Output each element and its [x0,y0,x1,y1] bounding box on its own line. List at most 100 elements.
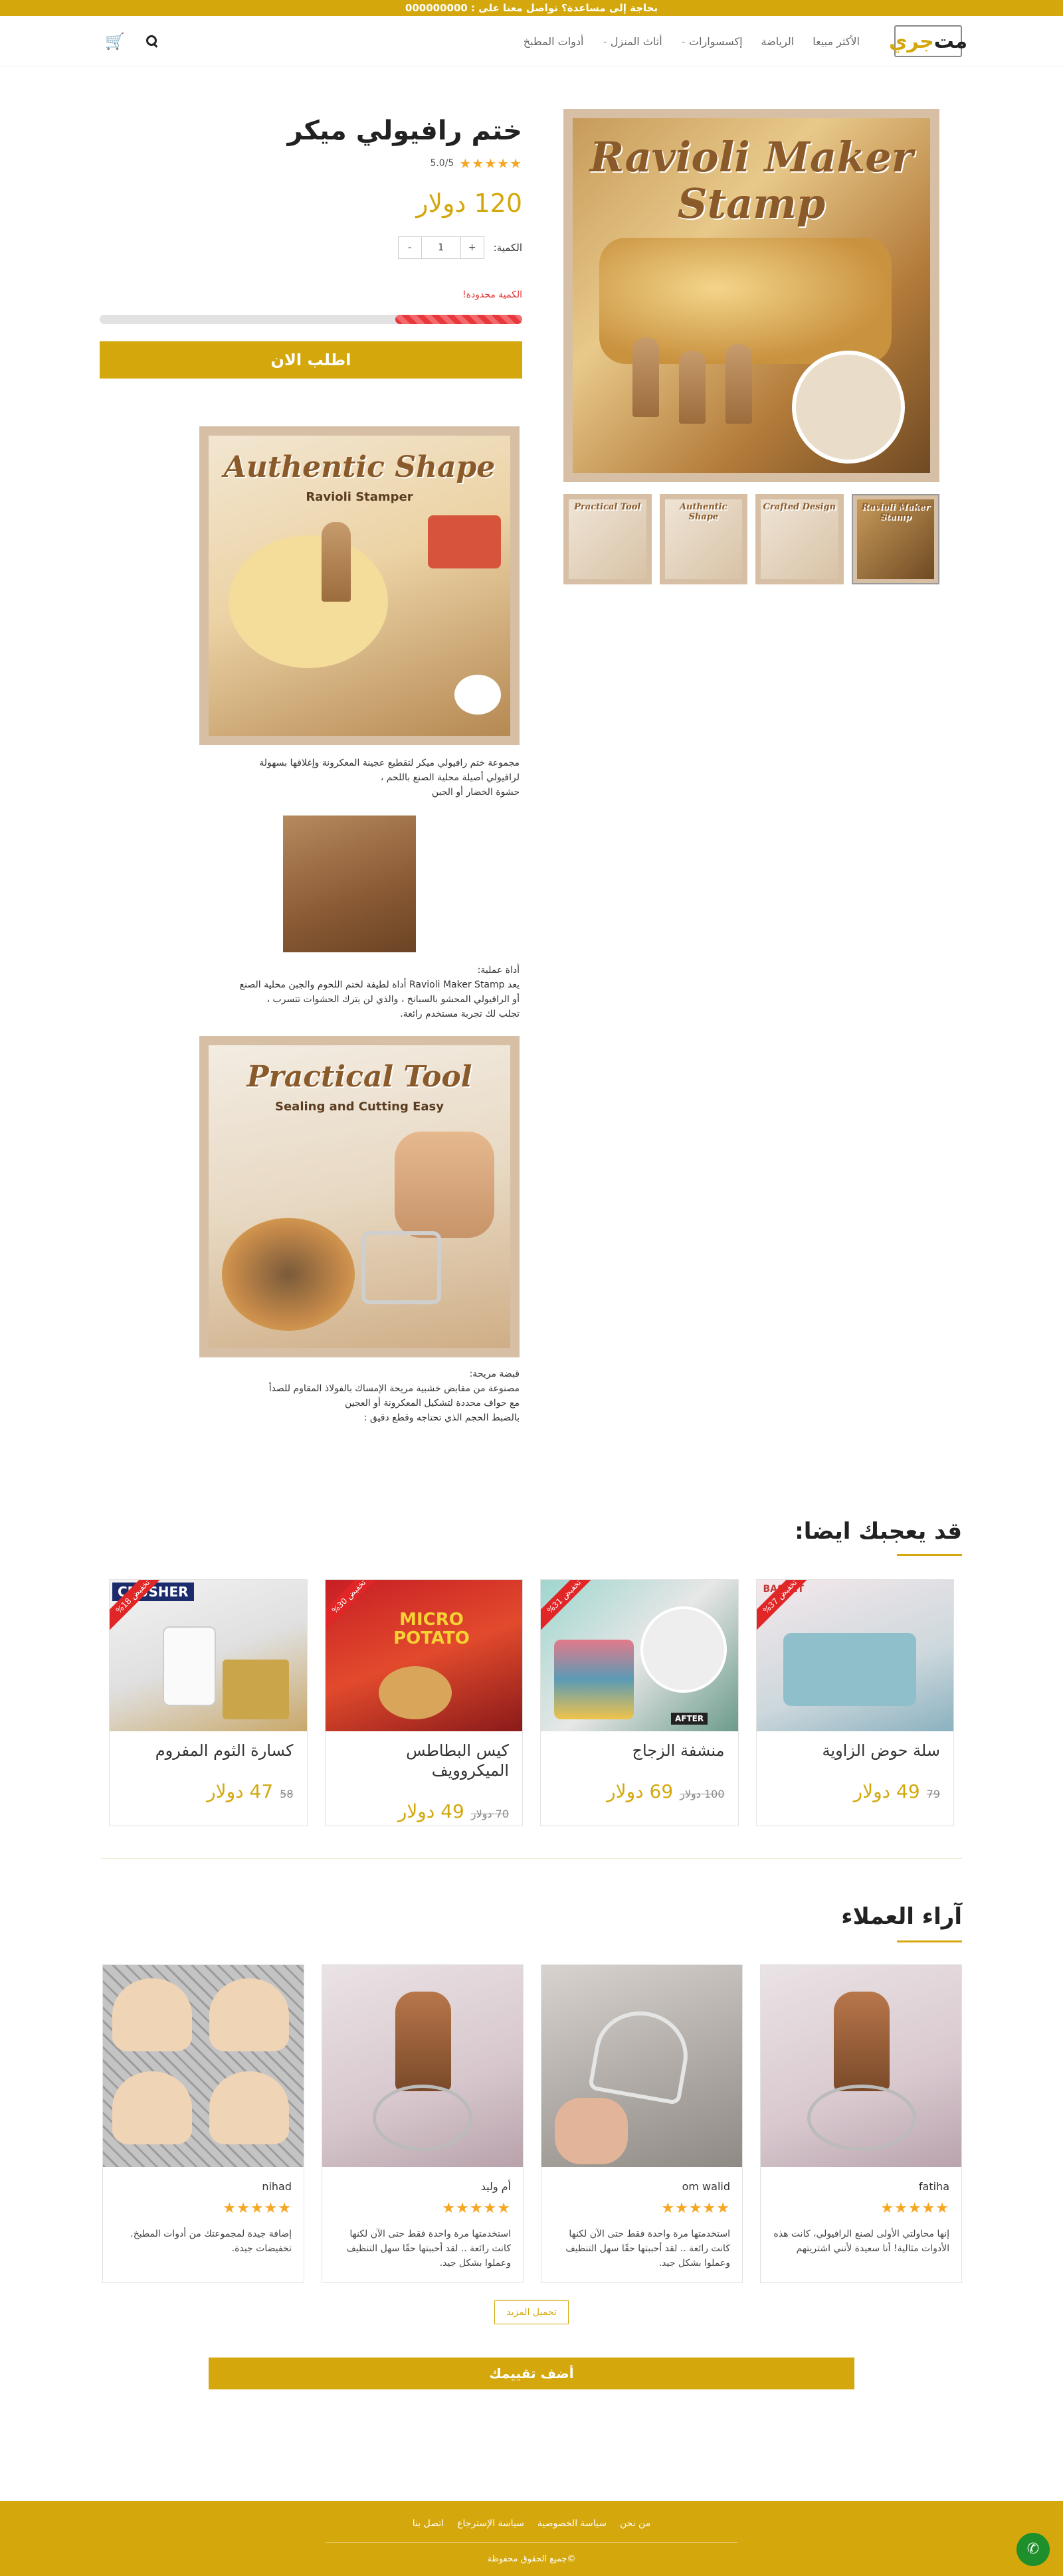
quantity-minus-button[interactable]: - [399,237,421,258]
review-card: fatiha ★★★★★ إنها محاولتي الأولى لصنع ال… [760,1964,962,2283]
nav-item-furniture[interactable]: أثاث المنزل ⌄ [602,35,662,48]
description-line: قبضة مريحة: [469,1369,520,1379]
review-stars: ★★★★★ [661,2200,730,2217]
reviewer-name: om walid [682,2180,730,2193]
inset-circle [640,1606,727,1693]
product-main-image[interactable]: Ravioli Maker Stamp [563,109,939,482]
quantity-stepper: - 1 + [397,236,484,259]
review-text: استخدمتها مرة واحدة فقط حتى الآن لكنها ك… [565,2229,730,2269]
review-photo[interactable] [541,1965,742,2167]
stamp-handle [679,351,706,424]
product-image: AFTER تخفيض 31% [541,1580,738,1731]
description-line: حشوة الخضار أو الجبن [431,787,520,798]
footer-link-contact[interactable]: اتصل بنا [413,2518,444,2529]
thumbnail-title: Practical Tool [574,502,641,512]
limited-stock-label: الكمية محدودة! [462,290,522,300]
load-more-button[interactable]: تحميل المزيد [494,2300,569,2324]
quantity-row: الكمية: - 1 + [397,236,522,259]
thumbnail-photo: Ravioli Maker Stamp [856,499,934,579]
thumbnail-title: Authentic Shape [679,502,727,522]
ravioli-heart [112,1978,192,2051]
footer-links: من نحن سياسة الخصوصية سياسة الإسترجاع ات… [0,2518,1063,2529]
stamp-handle [725,344,752,424]
thumbnail-4[interactable]: Ravioli Maker Stamp [851,494,939,584]
thumbnail-1[interactable]: Practical Tool [563,494,652,584]
nav-item-bestsellers[interactable]: الأكثر مبيعا [813,35,860,48]
product-card[interactable]: CRUSHER تخفيض 18% كسارة الثوم المفروم 58… [109,1579,308,1826]
review-card: أم وليد ★★★★★ استخدمتها مرة واحدة فقط حت… [322,1964,524,2283]
inset-circle [792,351,905,464]
footer-link-about[interactable]: من نحن [620,2518,650,2529]
description-paragraph-2: أداة عملية: يعد Ravioli Maker Stamp أداة… [197,963,520,1021]
crusher-shape [163,1626,216,1706]
add-review-button[interactable]: أضف تقييمك [209,2358,854,2389]
review-photo[interactable] [322,1965,523,2167]
old-price: 70 دولار [470,1808,509,1820]
old-price: 79 [926,1788,940,1800]
ravioli-heart [112,2071,192,2144]
nav-item-accessories[interactable]: إكسسوارات ⌄ [681,35,743,48]
quantity-input[interactable]: 1 [421,237,461,258]
tomato-bowl [428,515,501,568]
description-line: مصنوعة من مقابض خشبية مريحة الإمساك بالف… [268,1383,520,1394]
description-line: مع حواف محددة لتشكيل المعكرونة أو العجين [344,1398,520,1409]
image-subtitle: Ravioli Stamper [306,490,413,504]
footer-link-returns[interactable]: سياسة الإسترجاع [457,2518,524,2529]
old-price: 100 دولار [680,1788,725,1800]
thumbnail-photo: Crafted Design [761,499,838,579]
footer-divider [326,2542,737,2543]
product-card[interactable]: BASKET تخفيض 37% سلة حوض الزاوية 79 49 د… [755,1579,954,1826]
product-title: ختم رافيولي ميكر [287,116,522,146]
product-rating: ★★★★★ 5.0/5 [430,155,522,171]
description-photo: Practical Tool Sealing and Cutting Easy [209,1045,510,1348]
thumbnail-3[interactable]: Crafted Design [755,494,844,584]
section-divider [101,1858,962,1859]
nav-item-label: الرياضة [761,35,795,48]
rating-value: 5.0/5 [430,158,454,169]
reviews-title: آراء العملاء [841,1903,962,1930]
product-price: 120 دولار [416,189,522,218]
whatsapp-icon[interactable]: ✆ [1016,2533,1050,2566]
recommended-products: BASKET تخفيض 37% سلة حوض الزاوية 79 49 د… [109,1579,954,1826]
thumbnail-2[interactable]: Authentic Shape [659,494,747,584]
quantity-plus-button[interactable]: + [461,237,484,258]
nav-item-label: أدوات المطبخ [523,35,584,48]
order-now-button[interactable]: اطلب الان [100,341,522,379]
description-paragraph-3: قبضة مريحة: مصنوعة من مقابض خشبية مريحة … [197,1367,520,1425]
title-underline [897,1554,962,1556]
potato-shape [378,1666,452,1719]
current-price: 47 دولار [207,1780,274,1802]
image-title: Authentic Shape [223,450,496,484]
current-price: 69 دولار [607,1780,674,1802]
review-photo[interactable] [761,1965,961,2167]
product-price-row: 79 49 دولار [854,1780,940,1802]
review-photo[interactable] [103,1965,304,2167]
nav-item-kitchen-tools[interactable]: أدوات المطبخ [524,35,584,48]
product-image: MICRO POTATO تخفيض 30% [325,1580,522,1731]
site-footer: من نحن سياسة الخصوصية سياسة الإسترجاع ات… [0,2501,1063,2576]
recommended-title: قد يعجبك ايضا: [795,1518,962,1545]
product-thumbnails: Practical Tool Authentic Shape Crafted D… [563,494,939,584]
header-actions: 🛒 [105,16,158,66]
description-line: مجموعة ختم رافيولي ميكر لتقطيع عجينة الم… [259,758,520,768]
ravioli-filling [222,1218,355,1331]
nav-item-sports[interactable]: الرياضة [761,35,795,48]
search-icon[interactable] [145,35,158,47]
store-logo[interactable]: مت جري [889,25,967,57]
product-card[interactable]: MICRO POTATO تخفيض 30% كيس البطاطس الميك… [324,1579,523,1826]
footer-link-privacy[interactable]: سياسة الخصوصية [537,2518,607,2529]
product-name: سلة حوض الزاوية [822,1741,940,1760]
reviewer-name: nihad [262,2180,292,2193]
product-photo: Ravioli Maker Stamp [573,118,930,473]
product-card[interactable]: AFTER تخفيض 31% منشفة الزجاج 100 دولار 6… [540,1579,739,1826]
stamp-ring [373,2085,472,2151]
basket-shape [783,1633,916,1706]
heart-cutter [587,2004,695,2106]
description-line: أداة عملية: [477,965,520,976]
dough-shape [229,535,388,668]
review-card: om walid ★★★★★ استخدمتها مرة واحدة فقط ح… [541,1964,743,2283]
ravioli-heart [209,1978,289,2051]
cart-icon[interactable]: 🛒 [105,32,125,50]
nav-item-label: الأكثر مبيعا [813,35,860,48]
stamp-square [361,1231,441,1304]
